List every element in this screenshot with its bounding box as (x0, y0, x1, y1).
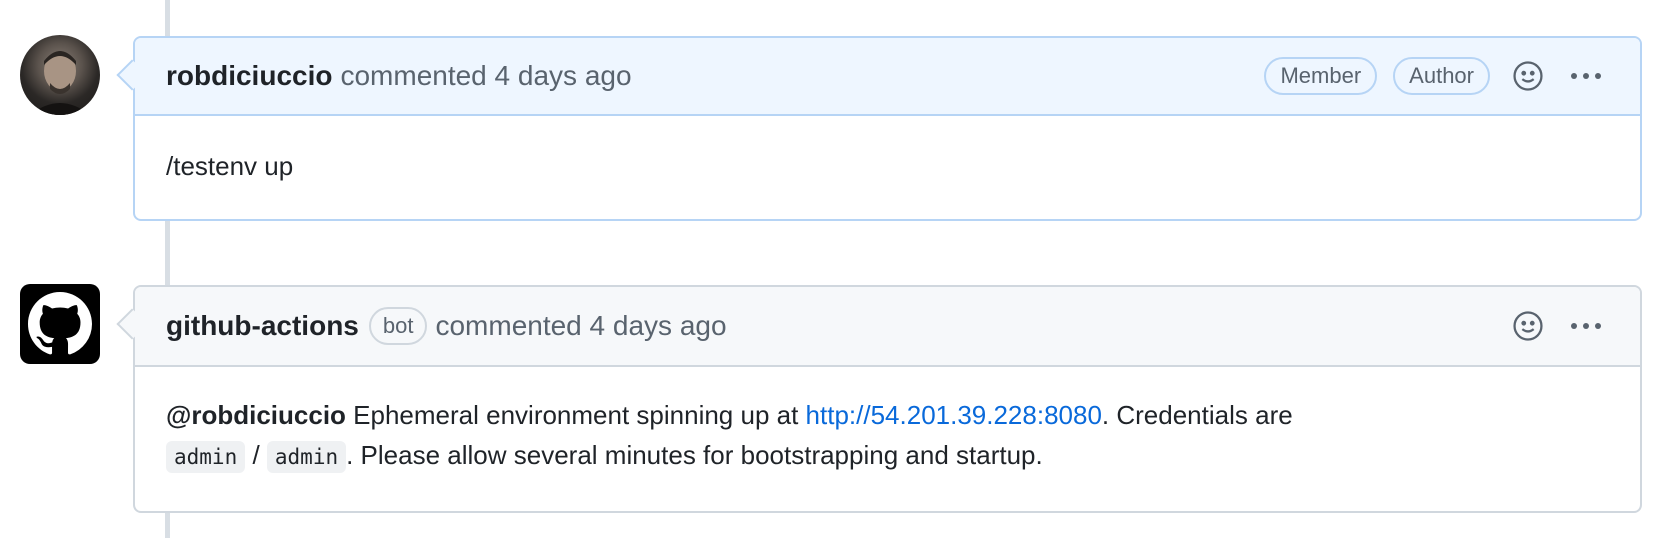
smiley-icon[interactable] (1508, 56, 1548, 96)
author-badge: Author (1393, 57, 1490, 95)
comment-timestamp[interactable]: commented 4 days ago (435, 310, 726, 342)
comment-header: robdiciuccio commented 4 days ago Member… (135, 38, 1640, 116)
user-mention[interactable]: @robdiciuccio (166, 400, 346, 430)
comment: robdiciuccio commented 4 days ago Member… (116, 36, 1642, 221)
smiley-icon[interactable] (1508, 306, 1548, 346)
comment-text: . Credentials are (1101, 400, 1293, 430)
comment-text: . Please allow several minutes for boots… (346, 440, 1043, 470)
comment-body: /testenv up (135, 116, 1640, 186)
inline-code: admin (166, 441, 246, 473)
comment-text: /testenv up (166, 151, 294, 181)
comment-body: @robdiciuccio Ephemeral environment spin… (135, 367, 1640, 477)
github-octocat-icon (28, 292, 92, 355)
kebab-horizontal-icon[interactable] (1566, 56, 1606, 96)
comment-text: Ephemeral environment spinning up at (345, 400, 806, 430)
inline-code: admin (266, 441, 347, 473)
avatar-photo (30, 51, 90, 115)
comment-header: github-actions bot commented 4 days ago (135, 287, 1640, 367)
comment-author[interactable]: github-actions (166, 310, 359, 342)
comment-timestamp[interactable]: commented 4 days ago (340, 60, 631, 92)
avatar[interactable] (20, 35, 100, 115)
kebab-horizontal-icon[interactable] (1566, 306, 1606, 346)
comment-text: / (245, 440, 267, 470)
comment: github-actions bot commented 4 days ago … (116, 285, 1642, 513)
member-badge: Member (1264, 57, 1378, 95)
comment-author[interactable]: robdiciuccio (166, 60, 332, 92)
avatar[interactable] (20, 284, 100, 364)
bot-badge: bot (368, 307, 428, 345)
environment-link[interactable]: http://54.201.39.228:8080 (806, 400, 1102, 430)
